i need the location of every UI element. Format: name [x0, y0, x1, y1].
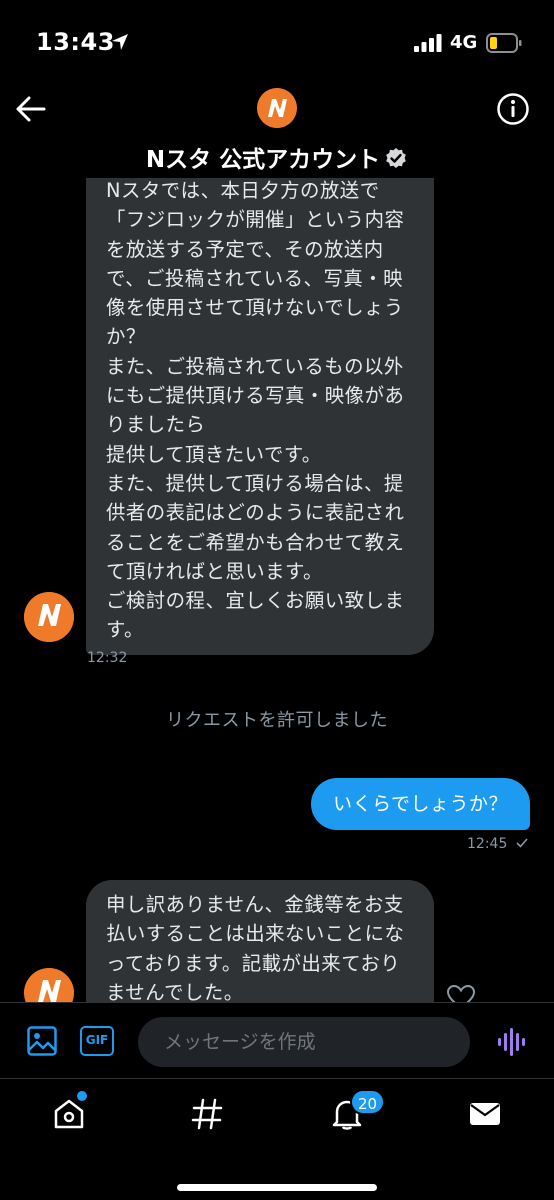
status-bar: 13:43 4G: [0, 0, 554, 88]
cellular-signal-icon: [414, 34, 442, 52]
image-icon[interactable]: [26, 1025, 58, 1057]
incoming-message-bubble[interactable]: 申し訳ありません、金銭等をお支 払いすることは出来ないことにな っております。記…: [86, 880, 434, 1002]
account-name[interactable]: Nスタ 公式アカウント: [0, 140, 554, 174]
notification-count-badge: 20: [350, 1089, 386, 1115]
sender-avatar[interactable]: [24, 968, 74, 1002]
n-logo-icon: [24, 968, 74, 1002]
account-avatar[interactable]: [257, 88, 297, 128]
back-arrow-icon[interactable]: [14, 92, 48, 126]
message-input[interactable]: メッセージを作成: [138, 1017, 470, 1067]
outgoing-message-bubble[interactable]: いくらでしょうか？: [311, 778, 530, 830]
voice-message-icon[interactable]: [496, 1027, 528, 1057]
home-indicator[interactable]: [177, 1184, 377, 1191]
compose-bar: GIF メッセージを作成: [0, 1002, 554, 1078]
incoming-message-bubble[interactable]: Nスタでは、本日夕方の放送で 「フジロックが開催」という内容 を放送する予定で、…: [86, 178, 434, 655]
n-logo-icon: [257, 88, 297, 128]
message-list[interactable]: Nスタでは、本日夕方の放送で 「フジロックが開催」という内容 を放送する予定で、…: [0, 178, 554, 1002]
message-timestamp: 12:45: [467, 836, 529, 852]
message-timestamp: 12:32: [87, 650, 128, 666]
request-accepted-notice: リクエストを許可しました: [166, 710, 388, 731]
status-time: 13:43: [36, 28, 115, 56]
gif-button[interactable]: GIF: [80, 1026, 114, 1056]
sender-avatar[interactable]: [24, 592, 74, 642]
react-heart-icon[interactable]: [446, 984, 476, 1002]
battery-icon: [486, 33, 522, 53]
info-icon[interactable]: [496, 92, 530, 126]
sent-check-icon: [516, 838, 528, 848]
bottom-navigation: 20: [0, 1078, 554, 1200]
home-icon[interactable]: [52, 1097, 86, 1131]
account-name-text: Nスタ 公式アカウント: [145, 147, 381, 173]
home-unread-dot: [77, 1091, 87, 1101]
explore-hashtag-icon[interactable]: [190, 1097, 224, 1131]
conversation-header: Nスタ 公式アカウント: [0, 88, 554, 178]
n-logo-icon: [24, 592, 74, 642]
verified-badge-icon: [386, 148, 406, 168]
network-type: 4G: [450, 32, 478, 53]
message-timestamp-text: 12:45: [467, 836, 508, 852]
messages-envelope-icon[interactable]: [468, 1097, 502, 1131]
location-arrow-icon: [112, 34, 128, 50]
